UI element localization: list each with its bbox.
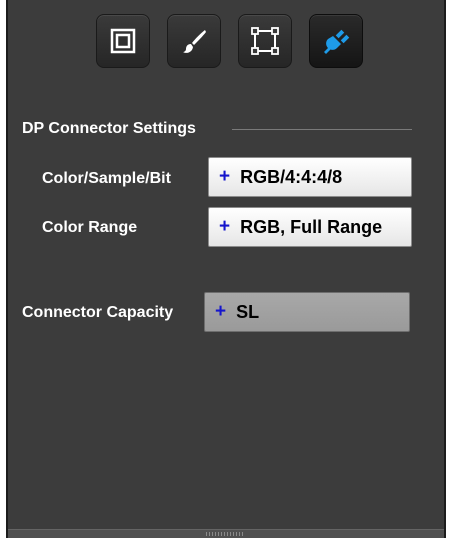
paintbrush-icon [183,30,206,53]
expand-plus-icon: + [219,166,231,187]
section-title: DP Connector Settings [22,120,196,137]
color-range-label: Color Range [42,219,138,236]
frame-icon [110,28,136,54]
connector-capacity-field[interactable]: + SL [204,292,410,332]
color-range-field[interactable]: + RGB, Full Range [208,207,412,247]
color-range-value: RGB, Full Range [240,216,383,237]
expand-plus-icon: + [215,301,227,322]
crop-corners-icon [251,27,279,55]
color-sample-bit-field[interactable]: + RGB/4:4:4/8 [208,157,412,197]
panel-resize-bar[interactable] [8,529,444,538]
color-sample-bit-value: RGB/4:4:4/8 [240,166,343,187]
expand-plus-icon: + [219,216,231,237]
frame-tool-button[interactable] [96,14,150,68]
resize-grip-icon[interactable] [206,532,244,536]
plug-connector-icon [324,29,350,54]
toolbar [96,14,363,68]
crop-tool-button[interactable] [238,14,292,68]
section-divider [232,129,412,130]
connector-capacity-value: SL [236,301,260,322]
connector-capacity-label: Connector Capacity [22,304,174,321]
paintbrush-tool-button[interactable] [167,14,221,68]
connector-tool-button[interactable] [309,14,363,68]
color-sample-bit-label: Color/Sample/Bit [42,170,171,187]
settings-panel: DP Connector Settings Color/Sample/Bit +… [6,0,446,538]
